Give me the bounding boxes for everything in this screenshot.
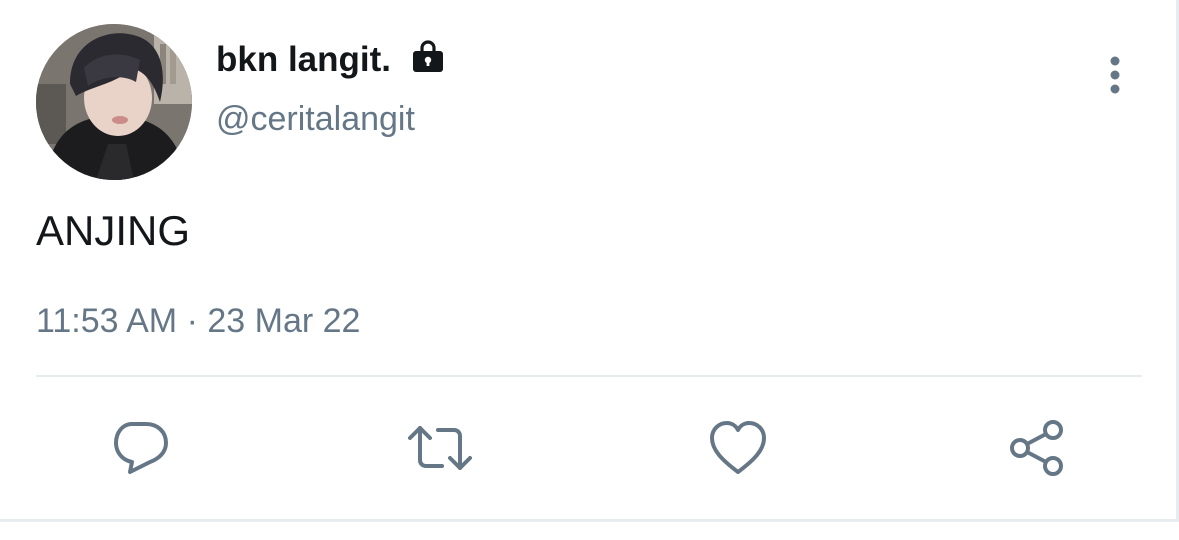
heart-icon	[710, 421, 766, 474]
divider	[36, 375, 1142, 377]
tweet-time: 11:53 AM	[36, 302, 178, 340]
meta-separator: ·	[186, 302, 198, 340]
lock-icon	[411, 40, 445, 74]
reply-button[interactable]	[110, 418, 170, 478]
display-name[interactable]: bkn langit.	[216, 40, 391, 80]
tweet-timestamp[interactable]: 11:53 AM · 23 Mar 22	[36, 302, 360, 341]
retweet-button[interactable]	[408, 418, 472, 478]
retweet-icon	[408, 426, 472, 470]
reply-icon	[114, 422, 168, 474]
avatar-image	[36, 24, 192, 180]
display-name-row[interactable]: bkn langit.	[216, 40, 445, 80]
avatar[interactable]	[36, 24, 192, 180]
tweet-date: 23 Mar 22	[207, 302, 361, 340]
user-handle[interactable]: @ceritalangit	[216, 100, 415, 139]
like-button[interactable]	[708, 418, 768, 478]
tweet-text: ANJING	[36, 207, 191, 254]
share-button[interactable]	[1008, 418, 1068, 478]
bottom-divider	[0, 519, 1179, 522]
share-icon	[1010, 420, 1063, 476]
more-vertical-icon[interactable]	[1100, 56, 1130, 96]
